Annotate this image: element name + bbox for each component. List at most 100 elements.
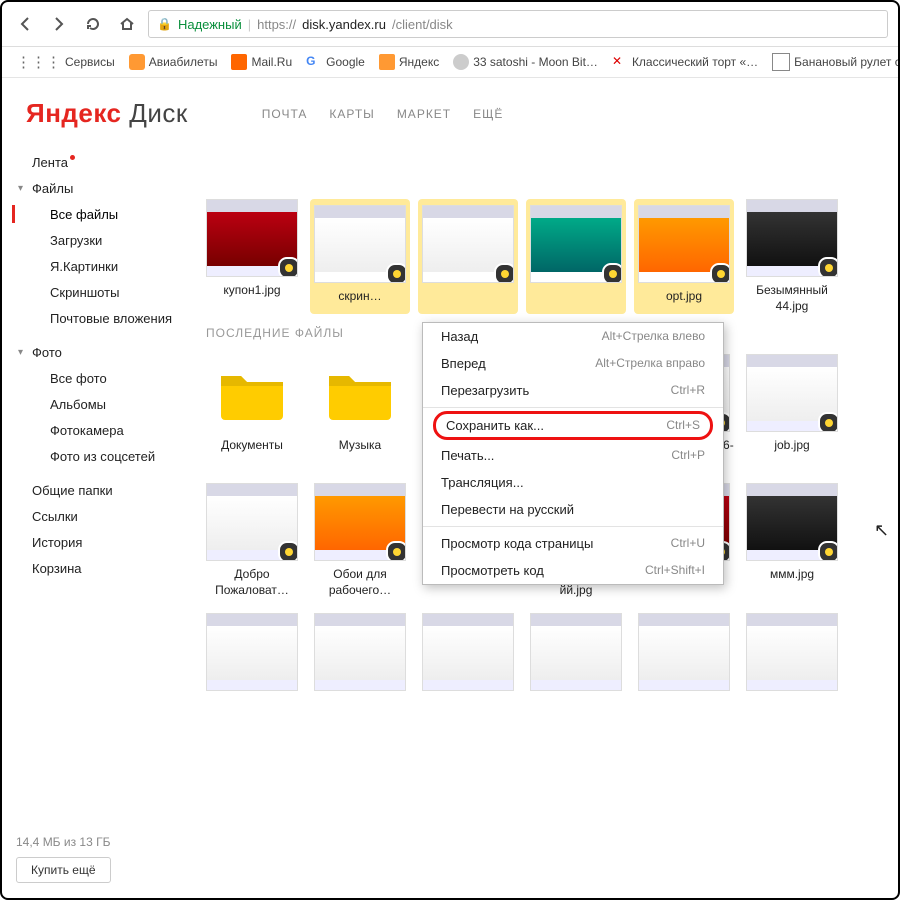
menu-item-label: Просмотреть код xyxy=(441,563,544,578)
file-thumbnail xyxy=(530,205,622,283)
secure-label: Надежный xyxy=(178,17,242,32)
sidebar-item[interactable]: ▾Файлы xyxy=(12,175,182,201)
headnav-more[interactable]: ЕЩЁ xyxy=(473,107,503,121)
headnav-market[interactable]: МАРКЕТ xyxy=(397,107,451,121)
file-item[interactable]: Безымянный 44.jpg xyxy=(742,199,842,314)
bookmark-mailru[interactable]: Mail.Ru xyxy=(227,54,296,70)
buy-more-button[interactable]: Купить ещё xyxy=(16,857,111,883)
file-item[interactable] xyxy=(634,613,734,697)
sidebar-item[interactable]: История xyxy=(12,529,182,555)
sidebar-item[interactable]: ▾Фото xyxy=(12,339,182,365)
bookmark-aviabilety[interactable]: Авиабилеты xyxy=(125,54,222,70)
file-item[interactable] xyxy=(310,613,410,697)
folder-icon xyxy=(314,354,406,432)
file-item[interactable] xyxy=(202,613,302,697)
sidebar-item-label: Общие папки xyxy=(32,483,113,498)
url-path: /client/disk xyxy=(392,17,453,32)
file-item[interactable]: opt.jpg xyxy=(634,199,734,314)
sidebar-item[interactable]: Фото из соцсетей xyxy=(12,443,182,469)
bookmark-icon xyxy=(772,53,790,71)
file-item[interactable]: ммм.jpg xyxy=(742,483,842,598)
highlighted-menu-item: Сохранить как...Ctrl+S xyxy=(433,411,713,440)
sync-badge-icon xyxy=(710,263,730,283)
file-item[interactable] xyxy=(418,613,518,697)
headnav-mail[interactable]: ПОЧТА xyxy=(262,107,308,121)
sidebar-item[interactable]: Общие папки xyxy=(12,477,182,503)
bookmark-yandex[interactable]: Яндекс xyxy=(375,54,443,70)
context-menu-item[interactable]: Сохранить как...Ctrl+S xyxy=(436,414,710,437)
sync-badge-icon xyxy=(818,541,838,561)
url-protocol: https:// xyxy=(257,17,296,32)
bookmark-cake[interactable]: ✕Классический торт «… xyxy=(608,54,762,70)
file-name: opt.jpg xyxy=(638,289,730,305)
bookmark-apps[interactable]: ⋮⋮⋮Сервисы xyxy=(12,53,119,71)
notification-dot xyxy=(70,155,75,160)
sidebar-item-label: Файлы xyxy=(32,181,73,196)
sidebar-item[interactable]: Альбомы xyxy=(12,391,182,417)
file-thumbnail xyxy=(638,205,730,283)
bookmark-icon: ✕ xyxy=(612,54,628,70)
page-header: Яндекс Диск ПОЧТА КАРТЫ МАРКЕТ ЕЩЁ xyxy=(2,78,898,139)
bookmark-banana[interactable]: Банановый рулет со … xyxy=(768,53,898,71)
sync-badge-icon xyxy=(494,263,514,283)
sidebar-item[interactable]: Я.Картинки xyxy=(12,253,182,279)
file-row xyxy=(202,613,898,697)
context-menu-item[interactable]: Печать...Ctrl+P xyxy=(423,442,723,469)
folder-item[interactable]: Музыка xyxy=(310,354,410,469)
file-thumbnail xyxy=(746,199,838,277)
sidebar-item[interactable]: Скриншоты xyxy=(12,279,182,305)
file-item[interactable] xyxy=(526,199,626,314)
file-name: Документы xyxy=(202,438,302,454)
file-item[interactable] xyxy=(742,613,842,697)
sidebar-item-label: Корзина xyxy=(32,561,82,576)
context-menu-item[interactable]: ПерезагрузитьCtrl+R xyxy=(423,377,723,404)
bookmark-google[interactable]: GGoogle xyxy=(302,54,369,70)
menu-item-label: Печать... xyxy=(441,448,494,463)
sidebar-item[interactable]: Почтовые вложения xyxy=(12,305,182,331)
browser-toolbar: 🔒 Надежный | https://disk.yandex.ru/clie… xyxy=(2,2,898,47)
back-button[interactable] xyxy=(12,11,38,37)
menu-item-shortcut: Alt+Стрелка влево xyxy=(602,329,705,344)
file-item[interactable]: Добро Пожаловат… xyxy=(202,483,302,598)
chevron-down-icon: ▾ xyxy=(18,183,32,194)
context-menu: Назад Alt+Стрелка влево ВпередAlt+Стрелка … xyxy=(422,322,724,585)
menu-item-shortcut: Ctrl+R xyxy=(671,383,705,398)
file-item[interactable]: Обои для рабочего… xyxy=(310,483,410,598)
context-menu-item[interactable]: Просмотреть кодCtrl+Shift+I xyxy=(423,557,723,584)
address-bar[interactable]: 🔒 Надежный | https://disk.yandex.ru/clie… xyxy=(148,10,888,38)
sidebar-footer: 14,4 МБ из 13 ГБ Купить ещё xyxy=(16,835,111,883)
context-menu-item[interactable]: ВпередAlt+Стрелка вправо xyxy=(423,350,723,377)
context-menu-item[interactable]: Просмотр кода страницыCtrl+U xyxy=(423,530,723,557)
sidebar-item[interactable]: Загрузки xyxy=(12,227,182,253)
menu-item-label: Назад xyxy=(441,329,478,344)
sidebar-item[interactable]: Ссылки xyxy=(12,503,182,529)
sidebar-item[interactable]: Корзина xyxy=(12,555,182,581)
headnav-maps[interactable]: КАРТЫ xyxy=(329,107,374,121)
file-item[interactable]: купон1.jpg xyxy=(202,199,302,314)
lock-icon: 🔒 xyxy=(157,17,172,31)
context-menu-item[interactable]: Перевести на русский xyxy=(423,496,723,523)
context-menu-item[interactable]: Назад Alt+Стрелка влево xyxy=(423,323,723,350)
sidebar-item-label: Ссылки xyxy=(32,509,78,524)
sync-badge-icon xyxy=(818,257,838,277)
yandex-disk-logo[interactable]: Яндекс Диск xyxy=(26,98,188,129)
sidebar-item[interactable]: Лента xyxy=(12,149,182,175)
sidebar-item[interactable]: Все файлы xyxy=(12,201,182,227)
file-item[interactable]: job.jpg xyxy=(742,354,842,469)
sidebar-item[interactable]: Все фото xyxy=(12,365,182,391)
folder-item[interactable]: Документы xyxy=(202,354,302,469)
sync-badge-icon xyxy=(818,412,838,432)
bookmark-satoshi[interactable]: 33 satoshi - Moon Bit… xyxy=(449,54,602,70)
reload-button[interactable] xyxy=(80,11,106,37)
context-menu-item[interactable]: Трансляция... xyxy=(423,469,723,496)
url-host: disk.yandex.ru xyxy=(302,17,386,32)
sidebar-item-label: Все файлы xyxy=(50,207,118,222)
file-name: Обои для рабочего… xyxy=(310,567,410,598)
sync-badge-icon xyxy=(278,541,298,561)
forward-button[interactable] xyxy=(46,11,72,37)
file-item[interactable]: скрин… xyxy=(310,199,410,314)
sidebar-item[interactable]: Фотокамера xyxy=(12,417,182,443)
file-item[interactable] xyxy=(418,199,518,314)
home-button[interactable] xyxy=(114,11,140,37)
file-item[interactable] xyxy=(526,613,626,697)
